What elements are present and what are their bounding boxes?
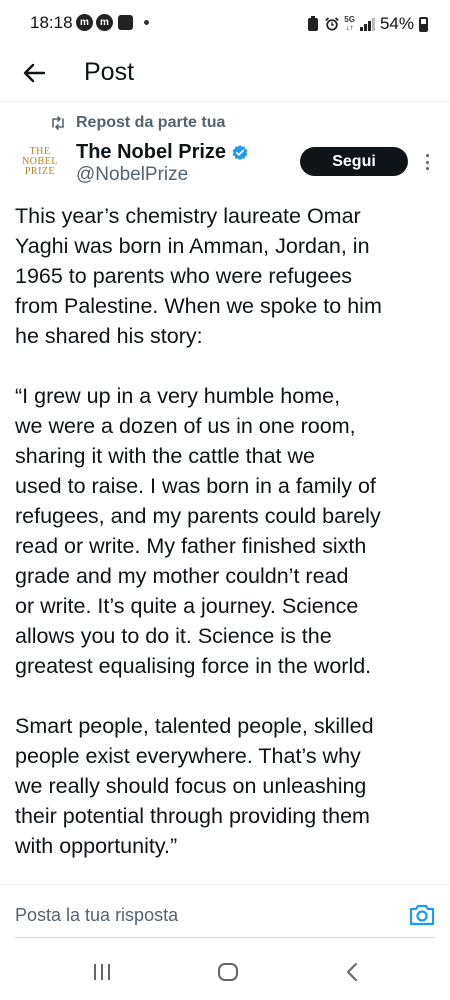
post-line: we were a dozen of us in one room, [15,414,356,438]
verified-badge-icon [232,144,248,160]
avatar-text: PRIZE [24,166,56,177]
post-line: “I grew up in a very humble home, [15,384,341,408]
post-line: refugees, and my parents could barely [15,504,381,528]
post-line: Smart people, talented people, skilled [15,714,374,738]
status-bar: 18:18 m m 5G ↓↑ 54% [0,0,450,48]
author-name[interactable]: The Nobel Prize [76,141,249,164]
post-text: This year’s chemistry laureate Omar Yagh… [15,201,440,861]
vertical-dots-icon[interactable] [421,151,433,173]
recents-icon[interactable] [91,963,113,981]
battery-icon [419,16,428,32]
more-notifications-dot-icon [144,20,149,25]
avatar[interactable]: THE NOBEL PRIZE [18,147,62,183]
alarm-icon [325,17,340,31]
post-paragraph: This year’s chemistry laureate Omar Yagh… [15,201,440,351]
network-activity-label: ↓↑ [345,23,354,32]
system-navigation-bar [0,938,450,1000]
post-line: Yaghi was born in Amman, Jordan, in [15,234,370,258]
post-paragraph: Smart people, talented people, skilled p… [15,711,440,861]
notification-icons: m m [76,14,149,31]
arrow-left-icon[interactable] [20,58,50,88]
post-line: he shared his story: [15,324,203,348]
post-line: greatest equalising force in the world. [15,654,372,678]
status-time: 18:18 [30,13,73,32]
post-line: allows you to do it. Science is the [15,624,332,648]
network-type-icon: 5G ↓↑ [344,16,355,32]
gallery-notification-icon [118,15,133,30]
repost-icon [52,116,64,130]
post-line: people exist everywhere. That’s why [15,744,361,768]
post-line: from Palestine. When we spoke to him [15,294,382,318]
post-line: their potential through providing them [15,804,370,828]
app-notification-icon: m [96,14,113,31]
post-line: grade and my mother couldn’t read [15,564,349,588]
post-line: This year’s chemistry laureate Omar [15,204,361,228]
camera-icon[interactable] [408,902,436,928]
app-notification-icon: m [76,14,93,31]
post-line: used to raise. I was born in a family of [15,474,376,498]
post-paragraph: “I grew up in a very humble home, we wer… [15,381,440,681]
post-line: with opportunity.” [15,834,178,858]
repost-label: Repost da parte tua [76,114,226,131]
system-status-icons: 5G ↓↑ 54% [306,14,428,34]
battery-saver-icon [308,16,319,31]
reply-input[interactable]: Posta la tua risposta [15,905,178,926]
post-line: we really should focus on unleashing [15,774,367,798]
post-line: or write. It’s quite a journey. Science [15,594,359,618]
home-icon[interactable] [217,962,239,982]
author-handle[interactable]: @NobelPrize [76,164,188,186]
battery-percent: 54% [379,14,414,33]
post-line: read or write. My father finished sixth [15,534,367,558]
post-line: sharing it with the cattle that we [15,444,315,468]
reply-bar: Posta la tua risposta [0,884,450,938]
post-line: 1965 to parents who were refugees [15,264,353,288]
follow-button[interactable]: Segui [300,147,408,176]
chevron-left-icon[interactable] [344,962,360,982]
top-app-bar: Post [0,48,450,102]
signal-strength-icon [359,17,375,31]
display-name: The Nobel Prize [76,141,227,163]
repost-indicator: Repost da parte tua [50,114,225,132]
page-title: Post [84,58,135,86]
